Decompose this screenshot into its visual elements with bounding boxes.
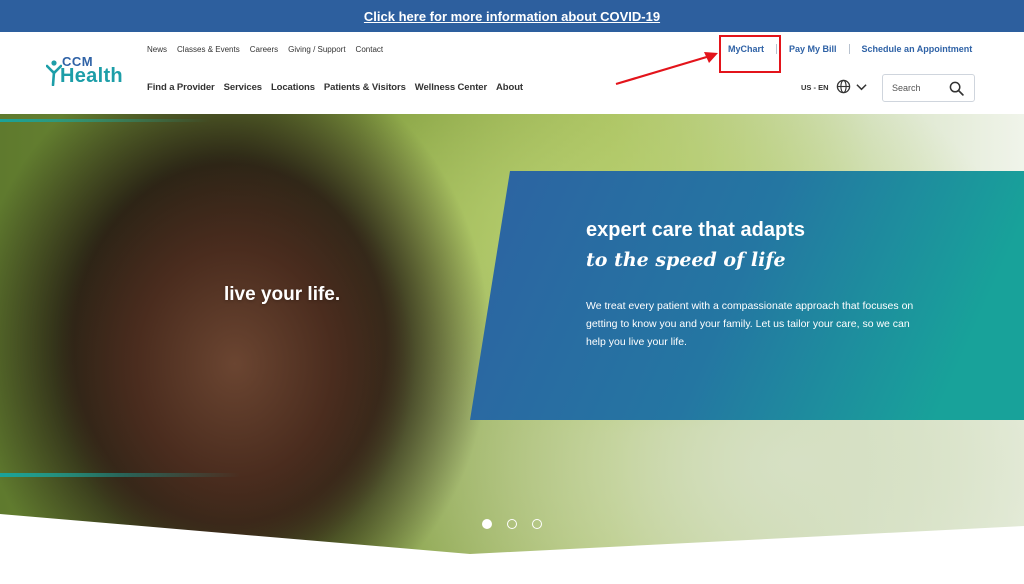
site-header: CCM Health News Classes & Events Careers… bbox=[0, 32, 1024, 114]
nav-find-a-provider[interactable]: Find a Provider bbox=[147, 82, 215, 93]
pay-my-bill-link[interactable]: Pay My Bill bbox=[789, 44, 837, 54]
nav-wellness-center[interactable]: Wellness Center bbox=[415, 82, 487, 93]
carousel-dot-2[interactable] bbox=[507, 519, 517, 529]
main-nav: Find a Provider Services Locations Patie… bbox=[147, 82, 523, 93]
nav-patients-visitors[interactable]: Patients & Visitors bbox=[324, 82, 406, 93]
covid-info-link[interactable]: Click here for more information about CO… bbox=[364, 9, 660, 24]
carousel-dot-3[interactable] bbox=[532, 519, 542, 529]
util-nav-news[interactable]: News bbox=[147, 45, 167, 54]
schedule-appointment-link[interactable]: Schedule an Appointment bbox=[862, 44, 973, 54]
divider bbox=[848, 44, 850, 54]
search-icon[interactable] bbox=[949, 81, 964, 96]
globe-icon[interactable] bbox=[836, 79, 851, 94]
carousel-dots bbox=[482, 519, 542, 529]
ccm-health-logo[interactable]: CCM Health bbox=[46, 54, 136, 94]
logo-health-text: Health bbox=[60, 65, 123, 87]
util-nav-giving-support[interactable]: Giving / Support bbox=[288, 45, 345, 54]
nav-locations[interactable]: Locations bbox=[271, 82, 315, 93]
utility-nav: News Classes & Events Careers Giving / S… bbox=[147, 45, 383, 54]
chevron-down-icon[interactable] bbox=[856, 83, 867, 91]
covid-banner: Click here for more information about CO… bbox=[0, 0, 1024, 32]
nav-about[interactable]: About bbox=[496, 82, 523, 93]
hero-section: live your life. expert care that adapts … bbox=[0, 114, 1024, 584]
nav-services[interactable]: Services bbox=[224, 82, 262, 93]
carousel-dot-1[interactable] bbox=[482, 519, 492, 529]
util-nav-careers[interactable]: Careers bbox=[250, 45, 278, 54]
search-input[interactable] bbox=[883, 75, 943, 101]
language-selector-label[interactable]: US - EN bbox=[801, 83, 829, 92]
util-nav-contact[interactable]: Contact bbox=[356, 45, 384, 54]
hero-bottom-shape bbox=[0, 514, 1024, 584]
util-nav-classes-events[interactable]: Classes & Events bbox=[177, 45, 240, 54]
search-box bbox=[882, 74, 975, 102]
mychart-highlight-box bbox=[719, 35, 781, 73]
annotation-arrow-icon bbox=[615, 52, 718, 86]
